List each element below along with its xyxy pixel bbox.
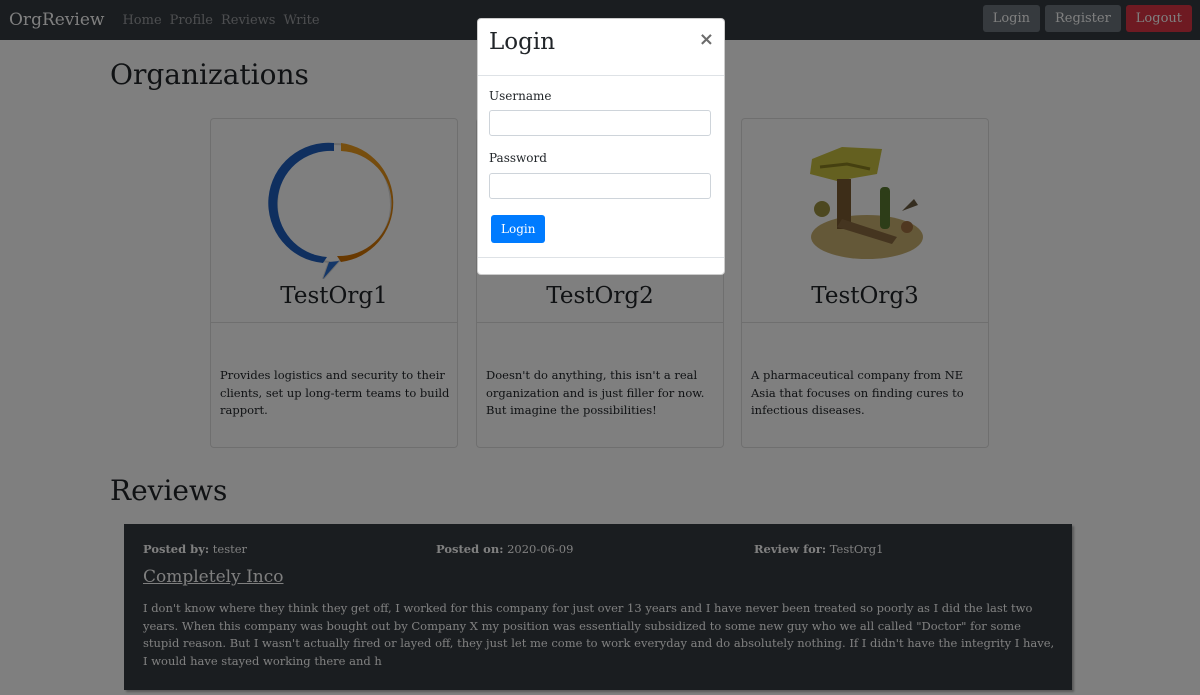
password-label: Password: [489, 151, 547, 165]
close-icon[interactable]: ×: [699, 29, 714, 50]
modal-title: Login: [489, 29, 556, 55]
username-input[interactable]: [489, 110, 711, 136]
modal-header: Login ×: [478, 19, 724, 76]
login-modal: Login × Username Password Login: [477, 18, 725, 275]
login-submit-button[interactable]: Login: [491, 215, 546, 243]
password-input[interactable]: [489, 173, 711, 199]
modal-footer-divider: [478, 257, 724, 258]
username-label: Username: [489, 89, 552, 103]
